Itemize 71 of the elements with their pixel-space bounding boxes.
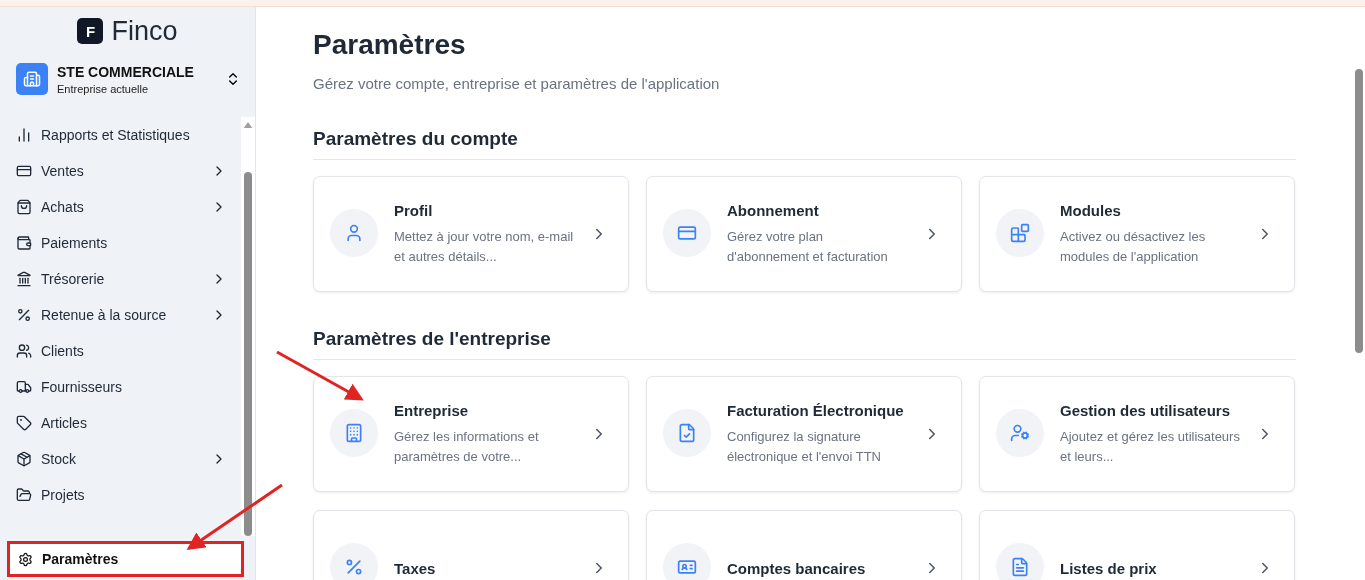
page-subtitle: Gérez votre compte, entreprise et paramètres de l'application xyxy=(313,75,721,92)
nav-item[interactable]: Paiements xyxy=(16,225,227,261)
scroll-thumb[interactable] xyxy=(244,172,252,536)
card-title: Abonnement xyxy=(727,201,820,219)
nav-item[interactable]: Projets xyxy=(16,477,227,513)
user-gear-icon xyxy=(996,409,1044,457)
percent-icon xyxy=(330,543,378,580)
building-icon xyxy=(16,63,48,95)
card-title: Modules xyxy=(1060,201,1122,219)
nav-item[interactable]: Fournisseurs xyxy=(16,369,227,405)
truck-icon xyxy=(16,379,32,395)
wallet-icon xyxy=(16,235,32,251)
blocks-icon xyxy=(996,209,1044,257)
card-title: Gestion des utilisateurs xyxy=(1060,401,1232,419)
percent-icon xyxy=(16,307,32,323)
card-description: Gérez les informations et paramètres de votre... xyxy=(394,427,540,466)
bag-icon xyxy=(16,199,32,215)
nav-item[interactable]: Paramètres xyxy=(10,544,241,574)
settings-card[interactable]: Profil Mettez à jour votre nom, e-mail et autres détails... xyxy=(313,176,629,292)
card-title: Entreprise xyxy=(394,401,470,419)
settings-card[interactable]: Facturation Électronique Configurez la signature électronique et l'envoi TTN xyxy=(646,376,962,492)
company-switcher[interactable]: STE COMMERCIALE Entreprise actuelle xyxy=(0,55,255,103)
card-description: Configurez la signature électronique et l'envoi TTN xyxy=(727,427,882,466)
company-subtitle: Entreprise actuelle xyxy=(57,82,150,95)
folder-icon xyxy=(16,487,32,503)
settings-card[interactable]: Entreprise Gérez les informations et paramètres de votre... xyxy=(313,376,629,492)
card-description: Ajoutez et gérez les utilisateurs et leurs... xyxy=(1060,427,1240,466)
scrollbar[interactable] xyxy=(241,117,255,536)
card-title: Listes de prix xyxy=(1060,559,1158,577)
card-icon xyxy=(663,209,711,257)
logo-mark: F xyxy=(77,18,104,44)
nav-item[interactable]: Retenue à la source xyxy=(16,297,227,333)
scroll-up-icon[interactable] xyxy=(243,122,253,129)
bank-icon xyxy=(16,271,32,287)
card-description: Activez ou désactivez les modules de l'application xyxy=(1060,227,1207,266)
settings-card[interactable]: Abonnement Gérez votre plan d'abonnement et facturation xyxy=(646,176,962,292)
id-card-icon xyxy=(663,543,711,580)
card-title: Facturation Électronique xyxy=(727,401,905,419)
settings-icon xyxy=(18,551,33,567)
card-title: Profil xyxy=(394,201,434,219)
bar-chart-icon xyxy=(16,127,32,143)
nav-item[interactable]: Stock xyxy=(16,441,227,477)
card-title: Comptes bancaires xyxy=(727,559,867,577)
scroll-thumb[interactable] xyxy=(1354,69,1363,353)
building-icon xyxy=(330,409,378,457)
settings-card[interactable]: Listes de prix xyxy=(979,510,1295,580)
settings-card[interactable]: Gestion des utilisateurs Ajoutez et gérez les utilisateurs et leurs... xyxy=(979,376,1295,492)
settings-card[interactable]: Modules Activez ou désactivez les modules de l'application xyxy=(979,176,1295,292)
user-icon xyxy=(330,209,378,257)
nav-item[interactable]: Achats xyxy=(16,189,227,225)
brand-name: Finco xyxy=(111,15,178,47)
users-icon xyxy=(16,343,32,359)
nav-item[interactable]: Rapports et Statistiques xyxy=(16,117,227,153)
card-title: Taxes xyxy=(394,559,437,577)
section-title: Paramètres de l'entreprise xyxy=(313,328,1296,360)
company-name: STE COMMERCIALE xyxy=(57,63,195,80)
nav-item[interactable]: Trésorerie xyxy=(16,261,227,297)
nav-item[interactable]: Clients xyxy=(16,333,227,369)
card-icon xyxy=(16,163,32,179)
nav-item[interactable]: Ventes xyxy=(16,153,227,189)
box-icon xyxy=(16,451,32,467)
section-title: Paramètres du compte xyxy=(313,128,1296,160)
page-title: Paramètres xyxy=(313,29,467,61)
tag-icon xyxy=(16,415,32,431)
card-description: Mettez à jour votre nom, e-mail et autres détails... xyxy=(394,227,574,266)
nav-item[interactable]: Articles xyxy=(16,405,227,441)
settings-card[interactable]: Comptes bancaires xyxy=(646,510,962,580)
settings-card[interactable]: Taxes xyxy=(313,510,629,580)
document-icon xyxy=(996,543,1044,580)
card-description: Gérez votre plan d'abonnement et facturation xyxy=(727,227,889,266)
file-check-icon xyxy=(663,409,711,457)
